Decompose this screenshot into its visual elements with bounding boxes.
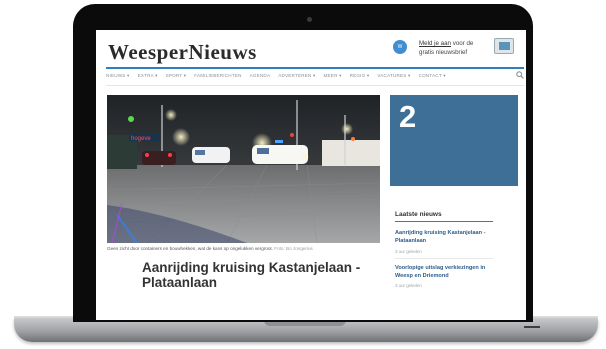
header-rule <box>106 67 524 69</box>
nav-item-agenda[interactable]: AGENDA <box>250 73 271 83</box>
search-icon[interactable] <box>516 71 524 79</box>
website-screen: WeesperNieuws W Meld je aan voor de grat… <box>96 30 526 320</box>
hero-photo[interactable]: hogeve <box>107 95 380 243</box>
nav-item-adverteren[interactable]: ADVERTEREN ▾ <box>278 73 315 83</box>
night-street-photo: hogeve <box>107 95 380 243</box>
photo-caption: Geen zicht door containers en bouwhekken… <box>107 246 313 251</box>
newsletter-mail-icon[interactable] <box>494 38 514 54</box>
nav-item-sport[interactable]: SPORT ▾ <box>166 73 187 83</box>
photo-credit: Foto: Bo Jongerius <box>274 246 313 251</box>
caption-text: Geen zicht door containers en bouwhekken… <box>107 246 273 251</box>
nav-item-familieberichten[interactable]: FAMILIEBERICHTEN <box>194 73 241 83</box>
site-logo[interactable]: WeesperNieuws <box>108 40 257 65</box>
latest-news-time-2: 3 uur geleden <box>395 283 422 288</box>
nav-item-regio[interactable]: REGIO ▾ <box>350 73 370 83</box>
newsletter-signup: Meld je aan voor de gratis nieuwsbrief <box>419 39 489 57</box>
shop-sign-text: hogeve <box>131 136 151 142</box>
latest-news-divider <box>395 258 493 259</box>
latest-news-item-2[interactable]: Voorlopige uitslag verkiezingen in Weesp… <box>395 264 500 281</box>
latest-news-time-1: 3 uur geleden <box>395 249 422 254</box>
newsletter-signup-link[interactable]: Meld je aan <box>419 40 451 47</box>
main-navigation: NIEUWS ▾ EXTRA ▾ SPORT ▾ FAMILIEBERICHTE… <box>106 73 516 83</box>
latest-news-heading: Laatste nieuws <box>395 211 442 218</box>
ad-block[interactable]: 2 <box>390 95 518 186</box>
nav-item-vacatures[interactable]: VACATURES ▾ <box>377 73 410 83</box>
nav-item-extra[interactable]: EXTRA ▾ <box>138 73 158 83</box>
camera-icon <box>307 17 312 22</box>
nav-divider <box>106 85 524 86</box>
nav-item-nieuws[interactable]: NIEUWS ▾ <box>106 73 130 83</box>
nav-item-meer[interactable]: MEER ▾ <box>324 73 342 83</box>
ad-number: 2 <box>399 99 417 134</box>
laptop-mockup: WeesperNieuws W Meld je aan voor de grat… <box>0 0 606 349</box>
nav-item-contact[interactable]: CONTACT ▾ <box>419 73 446 83</box>
article-headline[interactable]: Aanrijding kruising Kastanjelaan - Plata… <box>142 260 382 290</box>
newsletter-avatar: W <box>393 40 407 54</box>
latest-news-rule <box>395 221 493 222</box>
laptop-led <box>524 326 540 328</box>
latest-news-item-1[interactable]: Aanrijding kruising Kastanjelaan - Plata… <box>395 229 500 246</box>
